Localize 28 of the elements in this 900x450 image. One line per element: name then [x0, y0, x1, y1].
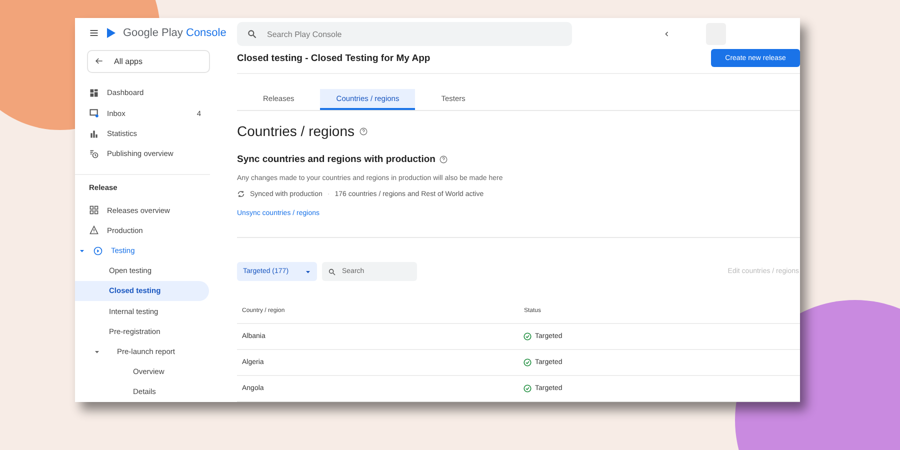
check-circle-icon — [523, 332, 532, 342]
search-field[interactable]: Search Play Console — [237, 22, 572, 46]
caret-icon[interactable] — [94, 348, 100, 355]
check-circle-icon — [523, 384, 532, 394]
menu-icon — [89, 28, 99, 38]
help-icon — [358, 126, 368, 136]
dashboard-icon — [89, 88, 99, 98]
bar-chart-icon — [89, 128, 99, 139]
play-circle-icon — [93, 246, 103, 256]
sync-icon — [237, 190, 245, 198]
search-icon — [328, 268, 336, 276]
warning-icon — [89, 225, 99, 236]
brand-name: Google Play Console — [123, 26, 226, 39]
clock-list-icon — [89, 148, 99, 159]
subsection-title: Sync countries and regions with production — [237, 154, 436, 166]
play-logo-icon — [105, 26, 117, 39]
back-arrow-icon — [94, 56, 104, 66]
chevron-left-icon — [664, 30, 670, 38]
search-icon — [247, 29, 257, 39]
help-icon — [439, 155, 448, 164]
caret-icon — [305, 268, 311, 275]
grid-icon — [89, 205, 99, 216]
section-title: Countries / regions — [237, 123, 355, 140]
page-title: Closed testing - Closed Testing for My App — [237, 52, 430, 64]
all-apps-button[interactable]: All apps — [87, 50, 210, 73]
inbox-icon — [89, 108, 99, 118]
check-circle-icon — [523, 358, 532, 368]
caret-icon[interactable] — [79, 248, 85, 254]
